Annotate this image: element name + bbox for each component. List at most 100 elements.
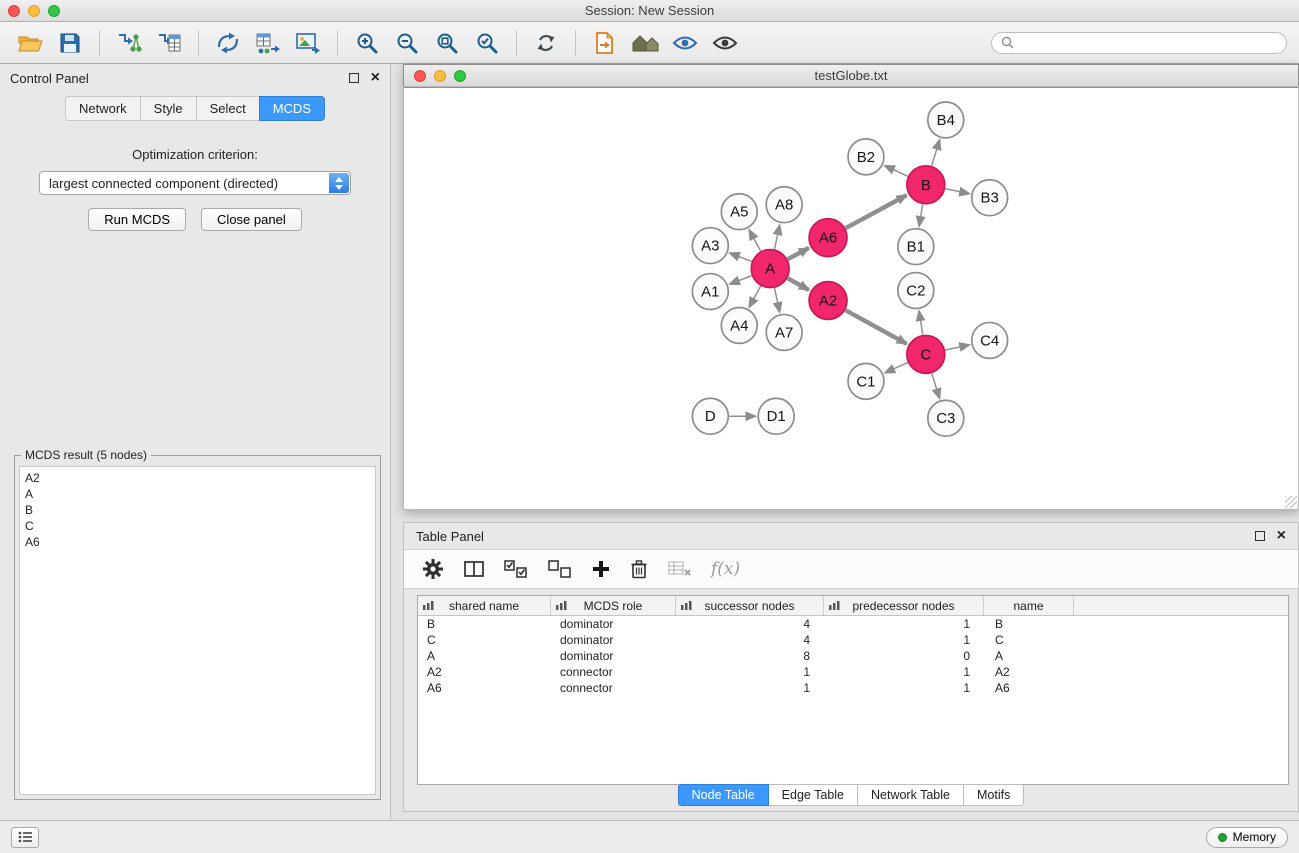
tab-select[interactable]: Select: [196, 96, 259, 121]
tab-network[interactable]: Network: [65, 96, 140, 121]
tab-motifs[interactable]: Motifs: [964, 784, 1024, 806]
task-history-button[interactable]: [11, 827, 39, 848]
column-header-name[interactable]: name: [984, 596, 1074, 615]
table-cell: A2: [418, 664, 551, 680]
mcds-result-list[interactable]: A2ABCA6: [19, 466, 376, 795]
close-window-button[interactable]: [8, 5, 20, 17]
graph-edge-A6-B[interactable]: [846, 195, 907, 228]
zoom-fit-button[interactable]: [429, 26, 465, 60]
table-cell: C: [418, 632, 551, 648]
network-canvas[interactable]: B4B2BB3A5A8A6B1A3AC2A1A2A4A7C4CC1C3DD1: [404, 87, 1298, 509]
graph-edge-C-C4[interactable]: [945, 345, 969, 350]
minimize-window-button[interactable]: [28, 5, 40, 17]
column-header-predecessor-nodes[interactable]: predecessor nodes: [824, 596, 984, 615]
zoom-in-button[interactable]: [349, 26, 385, 60]
graph-edge-B-B3[interactable]: [945, 189, 969, 194]
zoom-out-button[interactable]: [389, 26, 425, 60]
graph-edge-A-A1[interactable]: [730, 276, 752, 284]
open-file-button[interactable]: [12, 26, 48, 60]
zoom-window-button[interactable]: [48, 5, 60, 17]
graph-edge-A-A7[interactable]: [774, 288, 779, 312]
close-view-button[interactable]: [414, 70, 426, 82]
save-session-button[interactable]: [52, 26, 88, 60]
delete-row-button[interactable]: [630, 554, 648, 584]
table-cell: 4: [676, 632, 824, 648]
graph-node-label: A7: [775, 324, 793, 341]
float-panel-icon[interactable]: [349, 73, 359, 83]
visual-styles-button[interactable]: [667, 26, 703, 60]
column-header-filler: [1074, 596, 1288, 615]
search-box[interactable]: [991, 32, 1287, 54]
close-panel-button[interactable]: Close panel: [201, 208, 302, 231]
import-network-button[interactable]: [111, 26, 147, 60]
window-controls: [8, 5, 60, 17]
tab-node-table[interactable]: Node Table: [678, 784, 769, 806]
memory-status-icon: [1218, 833, 1227, 842]
resize-grip[interactable]: [1285, 496, 1297, 508]
graph-edge-C-C2[interactable]: [919, 311, 923, 334]
memory-button[interactable]: Memory: [1206, 827, 1288, 848]
table-header-row: shared name MCDS role successor nodes pr…: [418, 596, 1288, 616]
mcds-result-item: A2: [25, 470, 370, 486]
graph-edge-C-C1[interactable]: [885, 363, 908, 373]
column-header-shared-name[interactable]: shared name: [418, 596, 551, 615]
criterion-select[interactable]: largest connected component (directed): [39, 171, 351, 195]
refresh-layout-button[interactable]: [528, 26, 564, 60]
tab-style[interactable]: Style: [140, 96, 196, 121]
graph-edge-B-B4[interactable]: [932, 140, 940, 166]
table-cell: 1: [824, 616, 984, 632]
table-row[interactable]: A6connector11A6: [418, 680, 1288, 696]
table-row[interactable]: Adominator80A: [418, 648, 1288, 664]
graph-edge-B-B1[interactable]: [919, 204, 922, 226]
import-table-button[interactable]: [151, 26, 187, 60]
status-bar: Memory: [0, 820, 1299, 853]
graph-edge-A-A8[interactable]: [774, 225, 779, 249]
tab-edge-table[interactable]: Edge Table: [769, 784, 858, 806]
zoom-selected-button[interactable]: [469, 26, 505, 60]
graph-edge-A2-C[interactable]: [846, 310, 907, 344]
graph-edge-B-B2[interactable]: [885, 166, 908, 177]
home-button[interactable]: [627, 26, 663, 60]
run-mcds-button[interactable]: Run MCDS: [88, 208, 186, 231]
float-table-panel-icon[interactable]: [1255, 531, 1265, 541]
deselect-all-button[interactable]: [548, 554, 572, 584]
open-recent-session-button[interactable]: [587, 26, 623, 60]
graphics-details-button[interactable]: [707, 26, 743, 60]
graph-edge-A-A5[interactable]: [749, 230, 760, 251]
export-image-icon: [295, 32, 321, 54]
zoom-view-button[interactable]: [454, 70, 466, 82]
close-table-panel-icon[interactable]: ×: [1277, 530, 1286, 542]
graph-node-label: C: [920, 346, 931, 363]
destroy-table-button[interactable]: [668, 554, 691, 584]
table-settings-button[interactable]: [422, 554, 444, 584]
zoom-in-icon: [355, 31, 379, 55]
show-columns-button[interactable]: [464, 554, 484, 584]
graph-edge-A-A3[interactable]: [730, 253, 752, 261]
table-cell: connector: [551, 680, 676, 696]
network-window-controls: [414, 70, 466, 82]
graph-edge-C-C3[interactable]: [932, 373, 940, 398]
add-row-button[interactable]: [592, 554, 610, 584]
search-input[interactable]: [1019, 36, 1277, 50]
new-network-table-button[interactable]: [250, 26, 286, 60]
table-row[interactable]: Cdominator41C: [418, 632, 1288, 648]
graph-edge-A-A2[interactable]: [788, 278, 809, 290]
graph-edge-A-A6[interactable]: [788, 248, 809, 259]
close-panel-icon[interactable]: ×: [371, 72, 380, 84]
columns-icon: [464, 560, 484, 578]
function-builder-button[interactable]: f(x): [711, 554, 740, 584]
minimize-view-button[interactable]: [434, 70, 446, 82]
column-header-successor-nodes[interactable]: successor nodes: [676, 596, 824, 615]
first-neighbors-button[interactable]: [210, 26, 246, 60]
tab-mcds[interactable]: MCDS: [259, 96, 325, 121]
table-body: Bdominator41BCdominator41CAdominator80AA…: [418, 616, 1288, 696]
export-image-button[interactable]: [290, 26, 326, 60]
select-all-button[interactable]: [504, 554, 528, 584]
network-graph[interactable]: B4B2BB3A5A8A6B1A3AC2A1A2A4A7C4CC1C3DD1: [404, 88, 1298, 509]
table-row[interactable]: Bdominator41B: [418, 616, 1288, 632]
table-row[interactable]: A2connector11A2: [418, 664, 1288, 680]
graph-edge-A-A4[interactable]: [749, 286, 760, 307]
network-window-titlebar[interactable]: testGlobe.txt: [404, 65, 1298, 87]
column-header-mcds-role[interactable]: MCDS role: [551, 596, 676, 615]
tab-network-table[interactable]: Network Table: [858, 784, 964, 806]
